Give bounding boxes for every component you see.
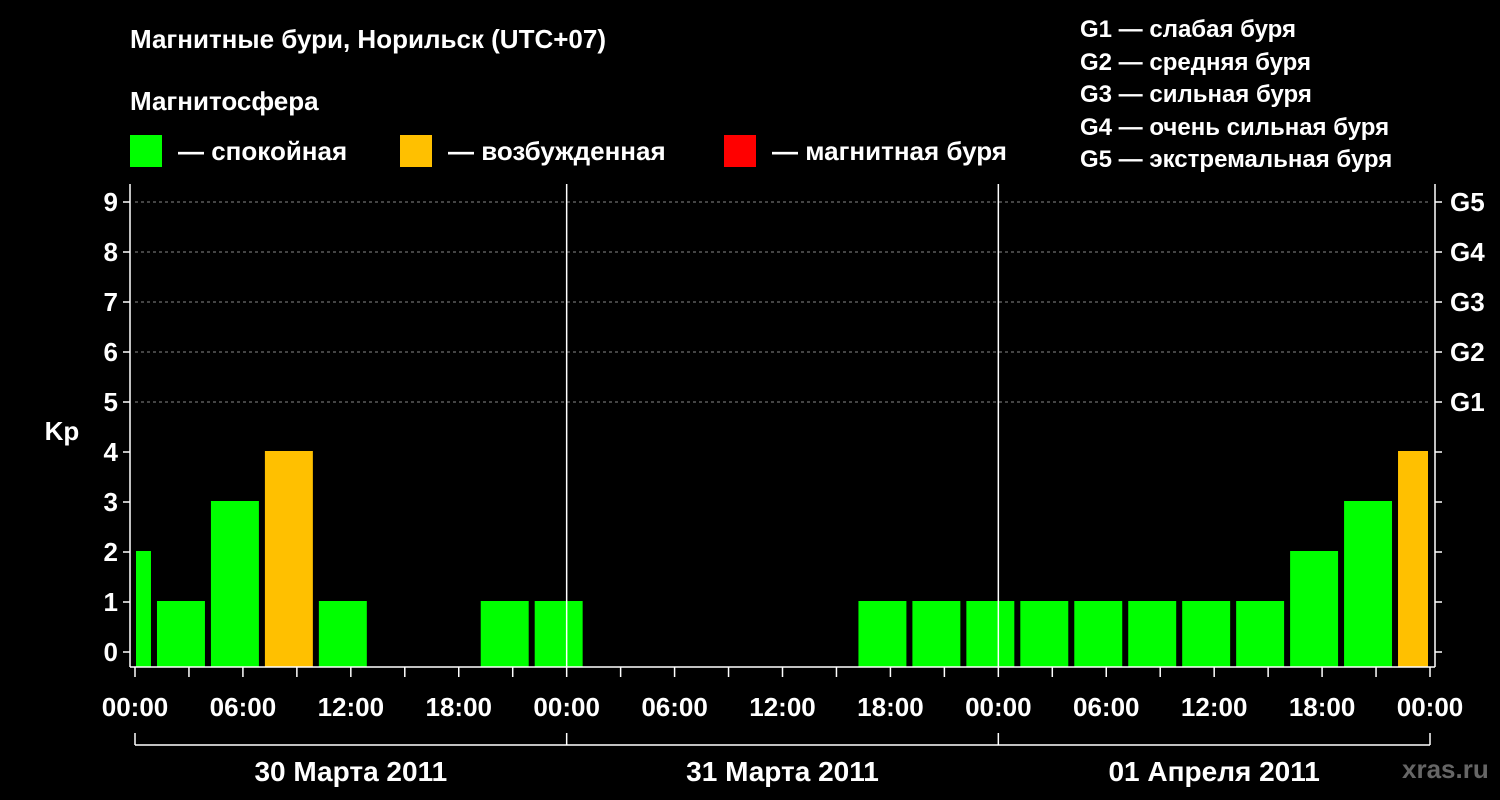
kp-bar	[480, 601, 529, 667]
kp-bar	[1344, 501, 1393, 667]
kp-bar	[858, 601, 907, 667]
x-tick-label: 00:00	[965, 692, 1032, 722]
kp-bar	[1398, 451, 1428, 667]
g-level-label: G4	[1450, 237, 1485, 267]
y-tick-label: 3	[104, 487, 118, 517]
day-label: 31 Марта 2011	[686, 756, 879, 787]
kp-bar	[210, 501, 259, 667]
kp-bar	[912, 601, 961, 667]
kp-chart: 0 1 2 3 4 5 6 7 8 9 G1 G2 G3 G4 G5 Kp 00:00 06:00 12:00 18:…	[45, 184, 1485, 787]
kp-bar	[1128, 601, 1177, 667]
kp-bar	[136, 551, 151, 667]
kp-bar	[1236, 601, 1285, 667]
kp-bar	[156, 601, 205, 667]
x-tick-label: 12:00	[1181, 692, 1248, 722]
g-level-label: G3	[1450, 287, 1485, 317]
y-tick-label: 6	[104, 337, 118, 367]
x-tick-label: 06:00	[1073, 692, 1140, 722]
x-tick-label: 00:00	[102, 692, 169, 722]
y-tick-label: 7	[104, 287, 118, 317]
kp-bar	[534, 601, 583, 667]
y-tick-label: 4	[104, 437, 119, 467]
kp-bar	[1290, 551, 1339, 667]
y-axis-label: Kp	[45, 416, 80, 446]
x-tick-label: 18:00	[857, 692, 924, 722]
watermark: xras.ru	[1402, 754, 1489, 784]
y-tick-label: 1	[104, 587, 118, 617]
x-tick-label: 12:00	[318, 692, 385, 722]
g-level-label: G1	[1450, 387, 1485, 417]
y-tick-label: 5	[104, 387, 118, 417]
x-tick-label: 06:00	[210, 692, 277, 722]
g-level-label: G5	[1450, 187, 1485, 217]
x-tick-label: 18:00	[426, 692, 493, 722]
y-tick-label: 0	[104, 637, 118, 667]
kp-bar	[1074, 601, 1123, 667]
day-label: 30 Марта 2011	[254, 756, 447, 787]
kp-bar	[1182, 601, 1231, 667]
y-tick-label: 8	[104, 237, 118, 267]
kp-bar	[966, 601, 1015, 667]
x-tick-label: 06:00	[641, 692, 708, 722]
day-label: 01 Апреля 2011	[1108, 756, 1319, 787]
y-tick-label: 9	[104, 187, 118, 217]
kp-bar	[264, 451, 313, 667]
kp-bar	[318, 601, 367, 667]
x-tick-label: 00:00	[533, 692, 600, 722]
y-tick-label: 2	[104, 537, 118, 567]
x-tick-label: 00:00	[1397, 692, 1464, 722]
kp-bar	[1020, 601, 1069, 667]
x-tick-label: 12:00	[749, 692, 816, 722]
g-level-label: G2	[1450, 337, 1485, 367]
x-tick-label: 18:00	[1289, 692, 1356, 722]
